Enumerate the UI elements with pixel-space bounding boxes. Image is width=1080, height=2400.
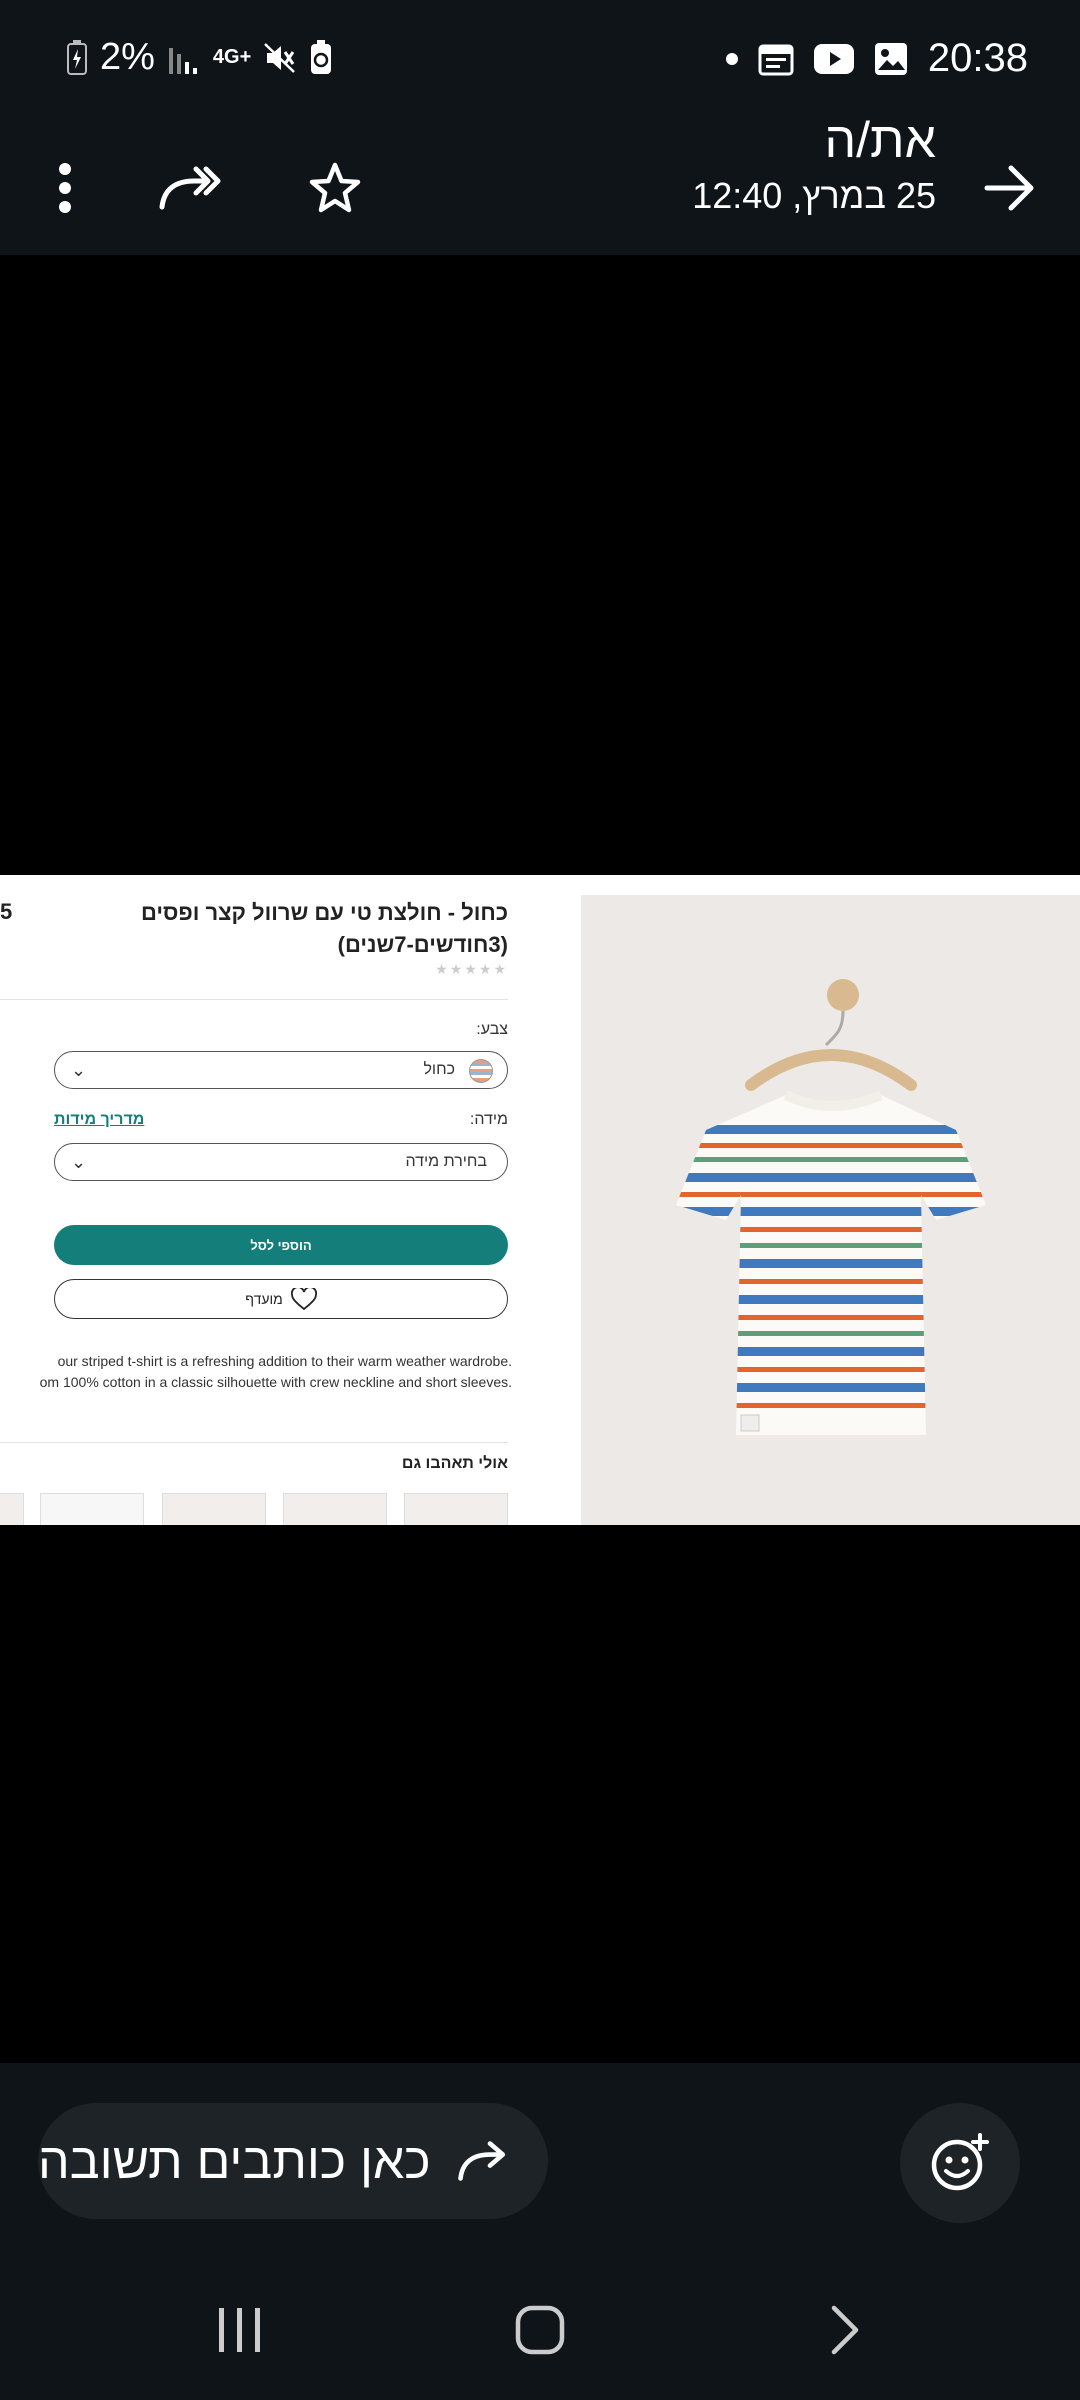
emoji-add-icon [931, 2133, 989, 2191]
home-icon [515, 2305, 565, 2355]
size-label: מידה: [469, 1111, 508, 1128]
mute-vibrate-icon [264, 42, 296, 73]
suggestion-thumbnail [283, 1493, 387, 1525]
suggestion-thumbnail [404, 1493, 508, 1525]
suggestion-thumbnail [162, 1493, 266, 1525]
heart-icon [290, 1288, 317, 1310]
message-date: 25 במרץ, 12:40 [692, 175, 936, 216]
also-like-heading: אולי תאהבו גם [401, 1455, 508, 1472]
product-photo [581, 895, 1080, 1525]
clock: 20:38 [927, 36, 1028, 80]
description-line: our striped t-shirt is a refreshing addi… [57, 1353, 512, 1369]
back-arrow-icon [984, 165, 1034, 210]
navigation-bar [0, 2260, 1080, 2400]
gallery-icon [874, 42, 907, 75]
rating-stars: ★★★★★ [435, 961, 508, 977]
size-guide-link[interactable]: מדריך מידות [54, 1111, 144, 1129]
size-select[interactable]: בחירת מידה ⌄ [54, 1143, 508, 1181]
wishlist-button[interactable]: מועדף [54, 1279, 508, 1319]
price-fragment: 5 [0, 899, 13, 924]
star-icon [309, 162, 361, 212]
suggestion-thumbnail [40, 1493, 144, 1525]
divider [0, 1442, 508, 1443]
chevron-down-icon: ⌄ [71, 1060, 87, 1080]
reply-arrow-icon [457, 2141, 505, 2181]
color-label: צבע: [476, 1021, 508, 1038]
network-4g-icon: 4G+ [212, 46, 252, 68]
product-title: כחול - חולצת טי עם שרוול קצר ופסים (3חוד… [140, 900, 508, 957]
back-button[interactable] [975, 120, 1045, 255]
striped-tshirt-image [676, 979, 986, 1435]
divider [0, 999, 508, 1000]
more-options-button[interactable] [40, 120, 90, 255]
battery-saver-icon [311, 39, 332, 74]
youtube-icon [813, 43, 854, 74]
add-to-cart-button[interactable]: הוספי לסל [54, 1225, 508, 1265]
header-title: את/ה 25 במרץ, 12:40 [692, 112, 936, 218]
color-select[interactable]: כחול ⌄ [54, 1051, 508, 1089]
description-line: om 100% cotton in a classic silhouette w… [39, 1374, 512, 1390]
sender-name: את/ה [824, 112, 936, 168]
chevron-down-icon: ⌄ [71, 1152, 87, 1172]
color-value: כחול [423, 1061, 455, 1078]
shared-image[interactable]: 5 כחול - חולצת טי עם שרוול קצר ופסים (3ח… [0, 875, 1080, 1525]
recents-button[interactable] [200, 2300, 280, 2360]
more-options-icon [59, 162, 71, 213]
recents-icon [219, 2308, 260, 2352]
size-placeholder: בחירת מידה [405, 1153, 487, 1170]
dot-icon [725, 52, 738, 65]
status-right: 20:38 [725, 36, 1028, 81]
calendar-icon [758, 44, 794, 75]
emoji-button[interactable] [900, 2103, 1020, 2223]
color-swatch [469, 1059, 493, 1083]
status-bar: 2% 4G+ 20:38 [0, 0, 1080, 120]
forward-icon [159, 166, 221, 209]
suggestion-thumbnail [0, 1493, 24, 1525]
reply-placeholder: כאן כותבים תשובה [38, 2133, 431, 2189]
signal-icon [168, 47, 197, 74]
battery-charging-icon [67, 39, 87, 75]
back-icon [831, 2305, 859, 2355]
wishlist-label: מועדף [245, 1291, 283, 1307]
home-button[interactable] [500, 2300, 580, 2360]
star-button[interactable] [300, 120, 370, 255]
back-nav-button[interactable] [805, 2300, 885, 2360]
product-description: our striped t-shirt is a refreshing addi… [0, 1351, 512, 1393]
forward-button[interactable] [150, 120, 230, 255]
battery-percent: 2% [100, 36, 155, 78]
product-detail: 5 כחול - חולצת טי עם שרוול קצר ופסים (3ח… [0, 875, 520, 1525]
status-left: 2% 4G+ [66, 36, 333, 79]
reply-input[interactable]: כאן כותבים תשובה [38, 2103, 548, 2219]
reply-bar: כאן כותבים תשובה [0, 2063, 1080, 2260]
